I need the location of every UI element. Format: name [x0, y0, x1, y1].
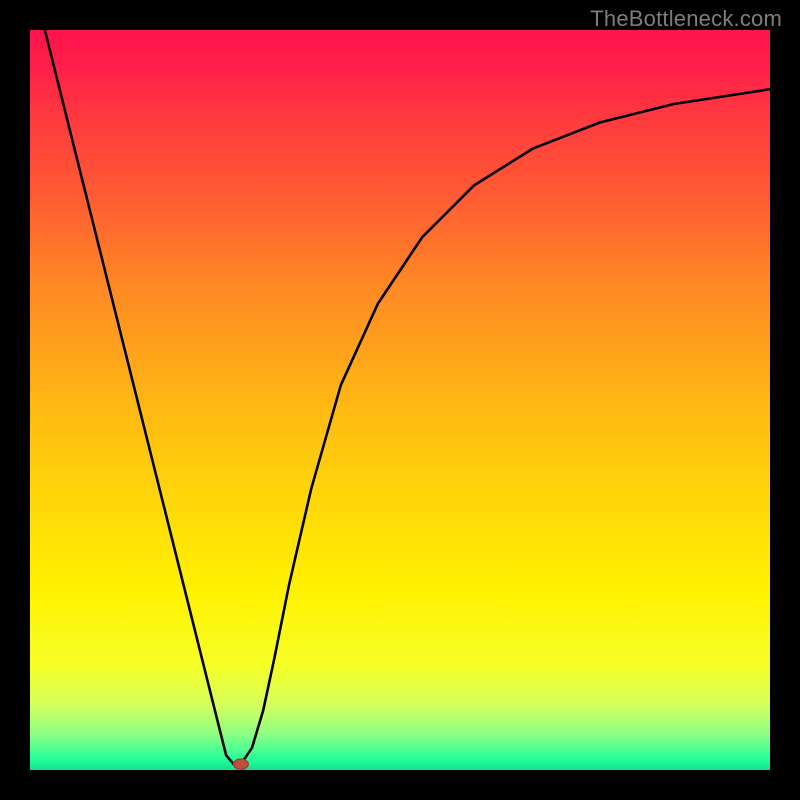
- chart-frame: TheBottleneck.com: [0, 0, 800, 800]
- watermark-text: TheBottleneck.com: [590, 6, 782, 32]
- gradient-background: [30, 30, 770, 770]
- bottleneck-chart: [30, 30, 770, 770]
- optimal-marker: [234, 759, 249, 769]
